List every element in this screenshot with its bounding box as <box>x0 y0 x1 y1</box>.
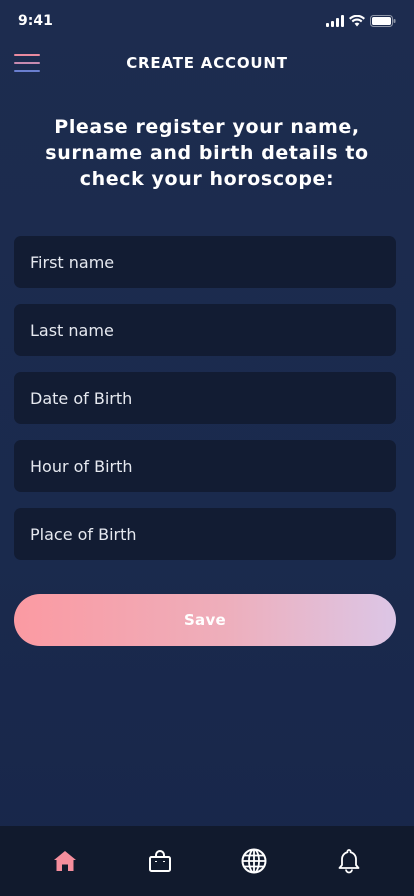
shopping-bag-icon <box>148 850 171 872</box>
menu-line <box>14 54 40 56</box>
first-name-input[interactable] <box>30 236 380 288</box>
bell-icon <box>338 849 360 874</box>
menu-icon[interactable] <box>14 52 40 74</box>
home-icon <box>54 851 77 871</box>
date-of-birth-field[interactable] <box>14 372 396 424</box>
last-name-input[interactable] <box>30 304 380 356</box>
tab-globe[interactable] <box>224 831 284 891</box>
menu-line <box>14 62 40 64</box>
save-button[interactable]: Save <box>14 594 396 646</box>
status-icons <box>326 15 396 27</box>
first-name-field[interactable] <box>14 236 396 288</box>
wifi-icon <box>349 15 365 27</box>
globe-icon <box>241 848 267 874</box>
tab-shop[interactable] <box>130 831 190 891</box>
status-bar: 9:41 <box>0 0 414 44</box>
last-name-field[interactable] <box>14 304 396 356</box>
date-of-birth-input[interactable] <box>30 372 380 424</box>
place-of-birth-input[interactable] <box>30 508 380 560</box>
signal-icon <box>326 15 344 27</box>
tab-notifications[interactable] <box>319 831 379 891</box>
hour-of-birth-field[interactable] <box>14 440 396 492</box>
place-of-birth-field[interactable] <box>14 508 396 560</box>
intro-text: Please register your name, surname and b… <box>45 116 369 190</box>
registration-form <box>14 236 396 576</box>
menu-line <box>14 70 40 72</box>
page-title: CREATE ACCOUNT <box>126 53 288 72</box>
header: CREATE ACCOUNT <box>0 44 414 84</box>
hour-of-birth-input[interactable] <box>30 440 380 492</box>
status-time: 9:41 <box>18 13 53 29</box>
tab-bar <box>0 826 414 896</box>
battery-icon <box>370 15 396 27</box>
tab-home[interactable] <box>35 831 95 891</box>
